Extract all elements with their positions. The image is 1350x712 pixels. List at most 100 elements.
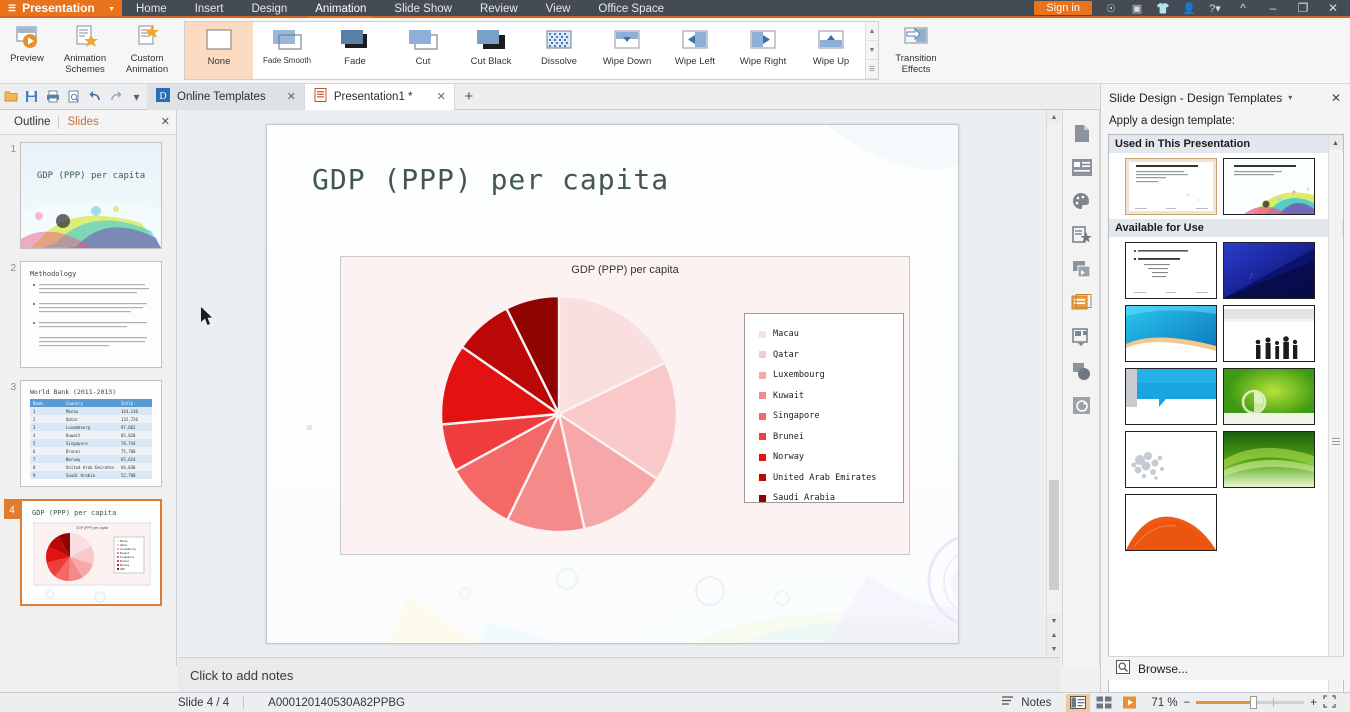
- scroll-down-icon[interactable]: ▼: [1047, 614, 1061, 628]
- menu-item-animation[interactable]: Animation: [301, 0, 380, 18]
- custom-animation-button[interactable]: Custom Animation Custom Animation: [116, 18, 178, 82]
- print-icon[interactable]: [42, 84, 63, 110]
- menu-item-office-space[interactable]: Office Space: [584, 0, 678, 18]
- close-icon[interactable]: ✕: [423, 90, 446, 103]
- zoom-in-button[interactable]: +: [1310, 697, 1317, 709]
- zoom-out-button[interactable]: −: [1184, 697, 1191, 709]
- gallery-scrollbar[interactable]: ▲ ▼ ☰: [865, 22, 878, 79]
- scroll-up-icon[interactable]: ▲: [1047, 110, 1061, 124]
- menu-item-insert[interactable]: Insert: [181, 0, 238, 18]
- slide-thumbnail-1[interactable]: 1 GDP (PPP) per capita: [0, 142, 176, 249]
- template-blue-banner[interactable]: [1125, 368, 1217, 425]
- new-tab-button[interactable]: +: [455, 84, 483, 110]
- save-icon[interactable]: [21, 84, 42, 110]
- previous-slide-icon[interactable]: ▲: [1047, 628, 1061, 642]
- menu-item-review[interactable]: Review: [466, 0, 532, 18]
- close-icon[interactable]: ✕: [1318, 0, 1348, 17]
- minimize-icon[interactable]: –: [1258, 0, 1288, 17]
- template-colorful-splash[interactable]: [1223, 158, 1315, 215]
- slide-layout-icon[interactable]: [1063, 150, 1101, 184]
- gallery-scroll-up[interactable]: ▲: [866, 22, 878, 41]
- animation-schemes-button[interactable]: Animation Schemes Animation Schemes: [54, 18, 116, 82]
- restore-icon[interactable]: ❐: [1288, 0, 1318, 17]
- browse-button[interactable]: Browse...: [1108, 656, 1344, 680]
- sign-in-button[interactable]: Sign in: [1034, 1, 1092, 15]
- template-green-pie[interactable]: [1223, 368, 1315, 425]
- custom-animation-rail-icon[interactable]: [1063, 252, 1101, 286]
- sync-icon[interactable]: ☉: [1098, 0, 1124, 17]
- template-cyan-wave[interactable]: [1125, 305, 1217, 362]
- template-green-swirl[interactable]: [1223, 431, 1315, 488]
- transition-dissolve[interactable]: Dissolve: [525, 22, 593, 79]
- template-plain-white[interactable]: [1125, 158, 1217, 215]
- slide-transition-rail-icon[interactable]: [1063, 320, 1101, 354]
- slide-design-rail-icon[interactable]: [1063, 286, 1101, 320]
- notes-toggle-button[interactable]: Notes: [987, 693, 1065, 712]
- transition-none[interactable]: None: [185, 22, 253, 79]
- slide-thumbnail-2[interactable]: 2 Methodology: [0, 261, 176, 368]
- gallery-expand[interactable]: ☰: [866, 60, 878, 79]
- animation-schemes-rail-icon[interactable]: [1063, 218, 1101, 252]
- template-blue-gradient[interactable]: ♪: [1223, 242, 1315, 299]
- doc-tab-online-templates[interactable]: D Online Templates ✕: [147, 83, 305, 110]
- scroll-up-icon[interactable]: ▲: [1329, 136, 1342, 150]
- tab-outline[interactable]: Outline: [6, 116, 58, 128]
- undo-icon[interactable]: [84, 84, 105, 110]
- collapse-ribbon-icon[interactable]: ^: [1228, 0, 1258, 17]
- slide-sorter-icon[interactable]: [1092, 694, 1116, 712]
- print-preview-icon[interactable]: [63, 84, 84, 110]
- slide-show-icon[interactable]: [1118, 694, 1142, 712]
- menu-item-slide-show[interactable]: Slide Show: [380, 0, 466, 18]
- transition-cut-black[interactable]: Cut Black: [457, 22, 525, 79]
- scroll-grip[interactable]: [1332, 436, 1340, 450]
- slide-area-scrollbar[interactable]: ▲ ▼ ▲ ▼: [1046, 110, 1061, 656]
- close-icon[interactable]: ✕: [273, 90, 296, 103]
- color-scheme-icon[interactable]: [1063, 184, 1101, 218]
- transition-fade[interactable]: Fade: [321, 22, 389, 79]
- slide-thumbnail-3[interactable]: 3 World Bank (2011-2013) Rank Country Intl…: [0, 380, 176, 487]
- template-grey-floral[interactable]: [1125, 431, 1217, 488]
- doc-tab-presentation1[interactable]: Presentation1 * ✕: [304, 83, 455, 110]
- transition-wipe-right[interactable]: Wipe Right: [729, 22, 797, 79]
- fit-to-window-icon[interactable]: [1323, 694, 1336, 711]
- slide-thumbnail-list[interactable]: 1 GDP (PPP) per capita 2 Methodology 3 W…: [0, 136, 176, 666]
- template-orange-dune[interactable]: [1125, 494, 1217, 551]
- skin-icon[interactable]: 👕: [1150, 0, 1176, 17]
- next-slide-icon[interactable]: ▼: [1047, 642, 1061, 656]
- zoom-control[interactable]: 71 % − +: [1143, 694, 1344, 711]
- slide-thumbnail-4[interactable]: 4 GDP (PPP) per capita GDP (PPP) per cap…: [0, 499, 176, 606]
- zoom-slider-track[interactable]: [1196, 696, 1305, 709]
- close-icon[interactable]: ✕: [1331, 91, 1341, 105]
- tab-slides[interactable]: Slides: [59, 116, 106, 128]
- menu-item-home[interactable]: Home: [122, 0, 181, 18]
- app-menu-button[interactable]: ☰ Presentation ▼: [0, 0, 122, 16]
- redo-icon[interactable]: [105, 84, 126, 110]
- user-icon[interactable]: 👤: [1176, 0, 1202, 17]
- preview-button[interactable]: Preview: [0, 18, 54, 82]
- open-icon[interactable]: [0, 84, 21, 110]
- more-icon[interactable]: ▾: [126, 84, 147, 110]
- slide-canvas[interactable]: GDP (PPP) per capita GDP (PPP) per capit…: [266, 124, 959, 644]
- slide-title-text[interactable]: GDP (PPP) per capita: [312, 163, 669, 196]
- template-list-scrollbar[interactable]: ▲ ▼: [1328, 136, 1342, 712]
- chevron-down-icon[interactable]: ▾: [1288, 93, 1292, 102]
- design-template-list[interactable]: Used in This Presentation Available for …: [1108, 134, 1344, 712]
- gallery-scroll-down[interactable]: ▼: [866, 41, 878, 60]
- help-icon[interactable]: ?▾: [1202, 0, 1228, 17]
- new-slide-icon[interactable]: [1063, 116, 1101, 150]
- transition-cut[interactable]: Cut: [389, 22, 457, 79]
- scroll-thumb[interactable]: [1049, 480, 1059, 590]
- shapes-rail-icon[interactable]: [1063, 354, 1101, 388]
- zoom-slider-knob[interactable]: [1250, 696, 1258, 709]
- template-people-silhouette[interactable]: [1223, 305, 1315, 362]
- transition-effects-button[interactable]: Transition Effects Transition Effects: [885, 18, 947, 82]
- transition-wipe-up[interactable]: Wipe Up: [797, 22, 865, 79]
- transition-wipe-down[interactable]: Wipe Down: [593, 22, 661, 79]
- close-icon[interactable]: ✕: [161, 115, 170, 128]
- screenshot-icon[interactable]: ▣: [1124, 0, 1150, 17]
- notes-pane[interactable]: Click to add notes: [178, 657, 1060, 695]
- template-text-outline[interactable]: [1125, 242, 1217, 299]
- transition-fade-smooth[interactable]: Fade Smooth: [253, 22, 321, 79]
- slide-edit-area[interactable]: GDP (PPP) per capita GDP (PPP) per capit…: [178, 110, 1060, 656]
- normal-view-icon[interactable]: [1066, 693, 1091, 712]
